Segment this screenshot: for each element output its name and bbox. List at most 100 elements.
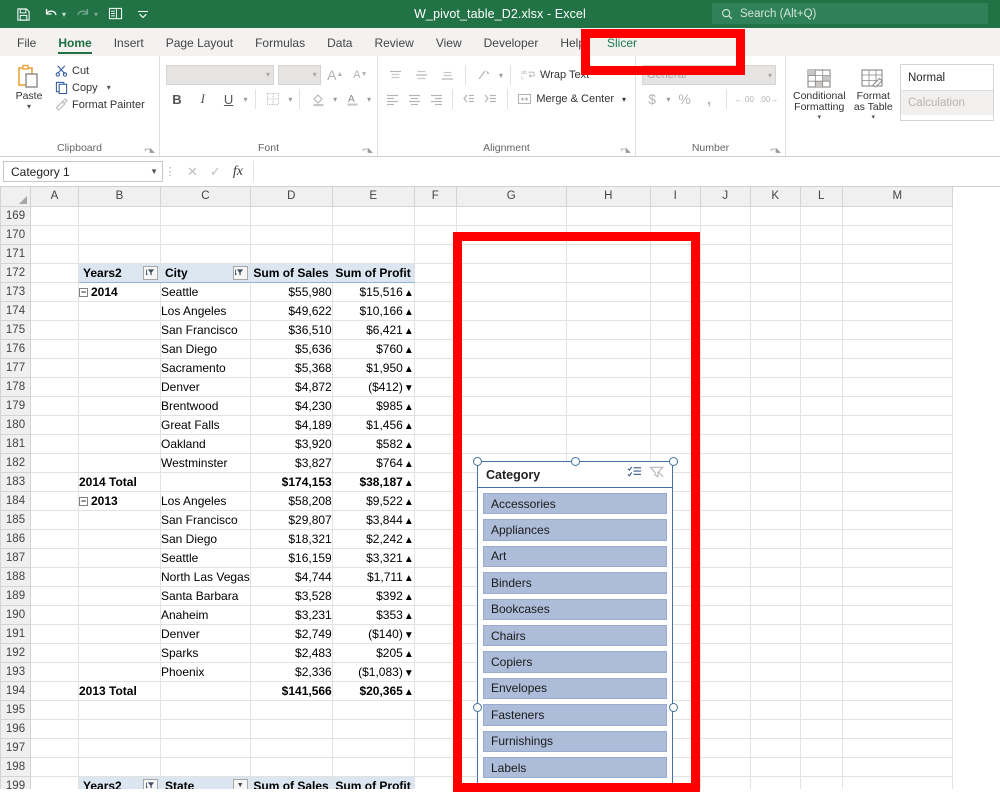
grid-cell-city[interactable]: San Diego <box>160 339 251 359</box>
grid-cell[interactable] <box>414 434 457 454</box>
row-header-178[interactable]: 178 <box>0 376 31 397</box>
grid-cell[interactable] <box>700 453 751 473</box>
grid-cell-profit[interactable]: $1,456▲ <box>332 415 415 435</box>
grid-cell[interactable] <box>456 415 567 435</box>
grid-cell-profit[interactable]: $10,166▲ <box>332 301 415 321</box>
grid-cell[interactable] <box>414 776 457 789</box>
grid-cell-year[interactable] <box>78 567 161 587</box>
column-header-g[interactable]: G <box>455 187 567 207</box>
grid-cell[interactable] <box>414 757 457 777</box>
grid-cell[interactable] <box>414 738 457 758</box>
grid-cell[interactable] <box>700 320 751 340</box>
grid-cell[interactable] <box>566 434 651 454</box>
grid-cell[interactable] <box>456 434 567 454</box>
grid-cell[interactable] <box>800 567 843 587</box>
grid-cell[interactable] <box>332 206 415 226</box>
grid-cell-profit[interactable]: ($412)▼ <box>332 377 415 397</box>
grid-cell[interactable] <box>250 244 333 264</box>
select-all-corner[interactable] <box>0 187 31 207</box>
grid-cell[interactable] <box>842 529 953 549</box>
grid-cell-year[interactable] <box>78 510 161 530</box>
grid-cell-profit[interactable]: ($1,083)▼ <box>332 662 415 682</box>
grid-cell[interactable] <box>750 757 801 777</box>
undo-icon[interactable] <box>38 3 64 25</box>
pivot-header-city[interactable]: City <box>160 263 251 283</box>
grid-cell[interactable] <box>456 263 567 283</box>
grid-cell-year[interactable]: −2014 <box>78 282 161 302</box>
grid-cell-sales[interactable]: $55,980 <box>250 282 333 302</box>
grid-cell[interactable] <box>566 244 651 264</box>
grid-cell[interactable] <box>566 263 651 283</box>
grid-cell[interactable] <box>566 358 651 378</box>
grid-cell[interactable] <box>650 206 701 226</box>
grid-cell[interactable] <box>750 263 801 283</box>
grid-cell[interactable] <box>700 548 751 568</box>
slicer-category[interactable]: Category Accessories Appliances Art Binders… <box>477 461 673 789</box>
grid-cell[interactable] <box>842 339 953 359</box>
slicer-item[interactable]: Labels <box>483 756 667 779</box>
clipboard-dialog-launcher-icon[interactable]: ⌐◣ <box>144 144 155 154</box>
grid-cell[interactable] <box>800 548 843 568</box>
grid-cell[interactable] <box>750 510 801 530</box>
grid-cell[interactable] <box>800 282 843 302</box>
grid-cell-sales[interactable]: $3,827 <box>250 453 333 473</box>
grid-cell[interactable] <box>700 776 751 789</box>
grid-cell[interactable] <box>842 680 953 701</box>
grid-cell-city[interactable]: Denver <box>160 377 251 397</box>
row-header-169[interactable]: 169 <box>0 205 31 226</box>
grid-cell[interactable] <box>566 415 651 435</box>
grid-cell-total-label[interactable]: 2013 Total <box>78 680 161 701</box>
grid-cell-a[interactable] <box>30 776 79 789</box>
grid-cell[interactable] <box>332 757 415 777</box>
row-header-184[interactable]: 184 <box>0 490 31 511</box>
grid-cell[interactable] <box>800 377 843 397</box>
grid-cell[interactable] <box>332 225 415 245</box>
grid-cell-sales[interactable]: $3,920 <box>250 434 333 454</box>
slicer-item[interactable]: Fasteners <box>483 704 667 726</box>
grid-cell-profit[interactable]: $353▲ <box>332 605 415 625</box>
column-header-l[interactable]: L <box>799 187 843 207</box>
grid-cell[interactable] <box>800 434 843 454</box>
grid-cell[interactable] <box>30 206 79 226</box>
customize-qat-icon[interactable] <box>130 3 156 25</box>
grid-cell[interactable] <box>414 643 457 663</box>
column-header-a[interactable]: A <box>30 187 79 207</box>
slicer-item[interactable]: Machines <box>483 783 667 789</box>
grid-cell[interactable] <box>250 225 333 245</box>
grid-cell[interactable] <box>842 567 953 587</box>
grid-cell-city[interactable]: North Las Vegas <box>160 567 251 587</box>
pivot-header-sales[interactable]: Sum of Sales <box>250 263 333 283</box>
grid-cell[interactable] <box>414 415 457 435</box>
grid-cell[interactable] <box>750 643 801 663</box>
grid-cell-city[interactable]: Seattle <box>160 548 251 568</box>
grid-cell[interactable] <box>800 396 843 416</box>
grid-cell[interactable] <box>414 471 457 492</box>
grid-cell[interactable] <box>842 757 953 777</box>
column-header-m[interactable]: M <box>841 187 953 207</box>
grid-cell[interactable] <box>332 244 415 264</box>
paste-dropdown-icon[interactable]: ▾ <box>27 102 31 111</box>
search-box[interactable]: Search (Alt+Q) <box>712 3 988 24</box>
number-format-combo[interactable]: General ▾ <box>642 65 776 85</box>
grid-cell-profit[interactable]: $392▲ <box>332 586 415 606</box>
grid-cell-city[interactable]: Seattle <box>160 282 251 302</box>
grid-cell[interactable] <box>160 719 251 739</box>
years2-filter-icon[interactable] <box>143 778 158 789</box>
grid-cell[interactable] <box>414 377 457 397</box>
grid-cell-profit[interactable]: $764▲ <box>332 453 415 473</box>
grid-cell-sales[interactable]: $2,336 <box>250 662 333 682</box>
tab-page-layout[interactable]: Page Layout <box>155 30 244 56</box>
grid-cell[interactable] <box>842 396 953 416</box>
grid-cell-sales[interactable]: $49,622 <box>250 301 333 321</box>
grid-cell[interactable] <box>800 415 843 435</box>
copy-dropdown-icon[interactable]: ▾ <box>107 83 111 92</box>
grid-cell-a[interactable] <box>30 548 79 568</box>
column-header-b[interactable]: B <box>78 187 161 207</box>
grid-cell[interactable] <box>414 548 457 568</box>
grid-cell[interactable] <box>750 396 801 416</box>
row-header-187[interactable]: 187 <box>0 547 31 568</box>
grid-cell[interactable] <box>842 320 953 340</box>
grid-cell-a[interactable] <box>30 434 79 454</box>
grid-cell[interactable] <box>750 377 801 397</box>
grid-cell-total-profit[interactable]: $20,365▲ <box>332 680 415 701</box>
